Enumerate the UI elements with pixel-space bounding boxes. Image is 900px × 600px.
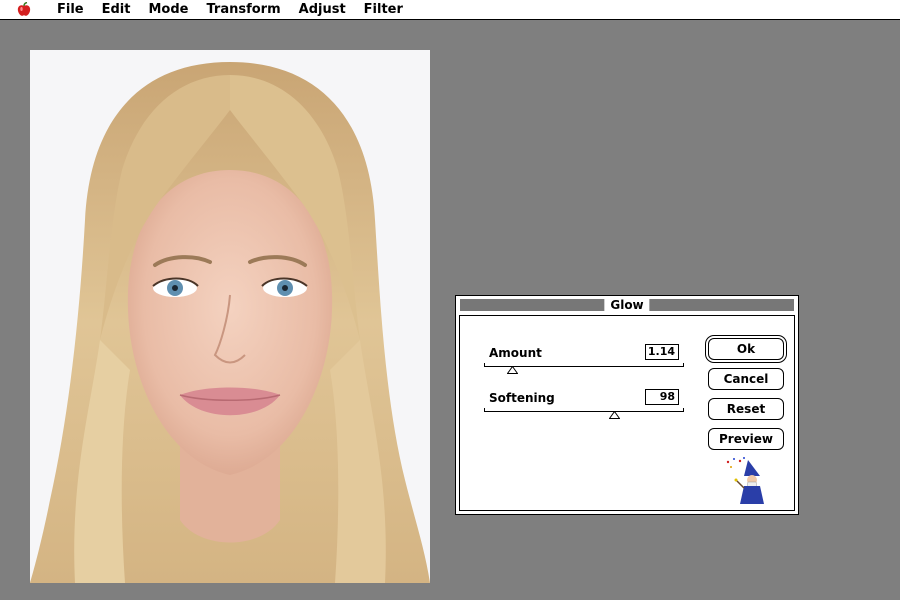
menu-adjust[interactable]: Adjust (290, 0, 355, 19)
softening-value-field[interactable]: 98 (645, 389, 679, 405)
menu-bar: File Edit Mode Transform Adjust Filter (0, 0, 900, 20)
menu-filter[interactable]: Filter (355, 0, 412, 19)
cancel-button[interactable]: Cancel (708, 368, 784, 390)
glow-dialog: Glow Amount 1.14 Softening 98 Ok Cancel … (455, 295, 799, 515)
amount-slider[interactable] (484, 363, 684, 375)
amount-slider-thumb-icon[interactable] (506, 366, 518, 374)
amount-value-field[interactable]: 1.14 (645, 344, 679, 360)
ok-button[interactable]: Ok (708, 338, 784, 360)
preview-button[interactable]: Preview (708, 428, 784, 450)
softening-label: Softening (489, 391, 555, 405)
menu-mode[interactable]: Mode (139, 0, 197, 19)
menu-transform[interactable]: Transform (197, 0, 289, 19)
dialog-content: Amount 1.14 Softening 98 Ok Cancel Reset… (459, 315, 795, 511)
menu-edit[interactable]: Edit (93, 0, 140, 19)
reset-button[interactable]: Reset (708, 398, 784, 420)
softening-slider-thumb-icon[interactable] (608, 411, 620, 419)
wizard-logo-icon (726, 457, 764, 504)
menu-file[interactable]: File (48, 0, 93, 19)
dialog-title: Glow (604, 298, 650, 312)
softening-slider-track (484, 408, 684, 412)
apple-icon[interactable] (16, 1, 32, 18)
image-canvas[interactable] (30, 50, 430, 583)
dialog-titlebar[interactable]: Glow (460, 298, 794, 312)
amount-label: Amount (489, 346, 542, 360)
portrait-image (30, 50, 430, 583)
softening-slider[interactable] (484, 408, 684, 420)
